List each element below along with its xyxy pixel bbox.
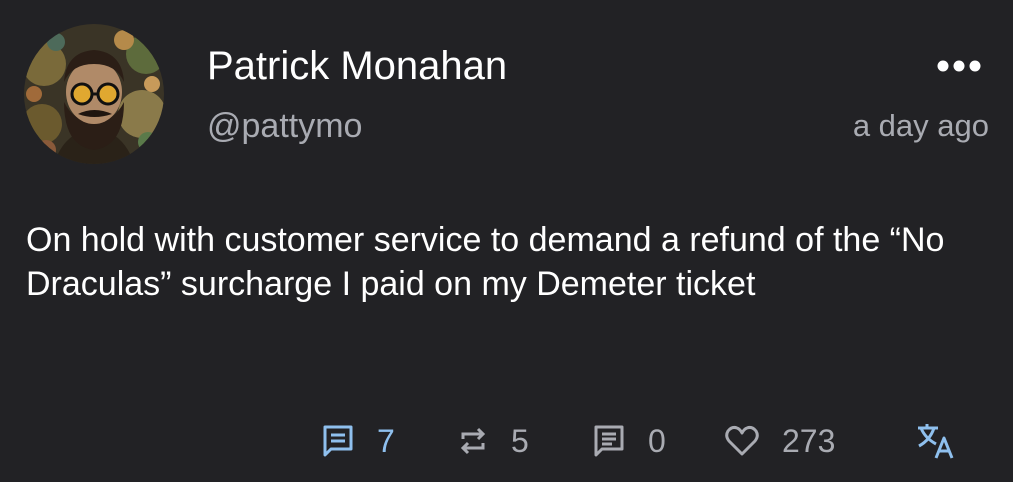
- more-horizontal-icon: [937, 60, 981, 72]
- quote-button[interactable]: 0: [592, 418, 666, 464]
- post-actions: 7 5 0 273: [0, 418, 1013, 464]
- translate-button[interactable]: [916, 418, 956, 464]
- more-options-button[interactable]: [933, 52, 985, 80]
- favourite-count: 273: [782, 423, 836, 459]
- boost-icon: [460, 427, 486, 455]
- post-timestamp[interactable]: a day ago: [853, 106, 989, 146]
- avatar-image: [24, 24, 164, 164]
- translate-icon: [918, 424, 954, 459]
- heart-icon: [725, 425, 759, 456]
- boost-count: 5: [511, 423, 529, 459]
- reply-button[interactable]: 7: [321, 418, 395, 464]
- account-handle[interactable]: @pattymo: [207, 104, 362, 148]
- display-name[interactable]: Patrick Monahan: [207, 41, 507, 91]
- favourite-button[interactable]: 273: [724, 418, 835, 464]
- reply-count: 7: [377, 423, 395, 459]
- boost-button[interactable]: 5: [457, 418, 529, 464]
- avatar[interactable]: [24, 24, 164, 164]
- post-card: Patrick Monahan @pattymo a day ago On ho…: [0, 0, 1013, 482]
- quote-icon: [594, 425, 624, 457]
- post-content: On hold with customer service to demand …: [26, 221, 945, 303]
- quote-count: 0: [648, 423, 666, 459]
- reply-icon: [323, 425, 353, 457]
